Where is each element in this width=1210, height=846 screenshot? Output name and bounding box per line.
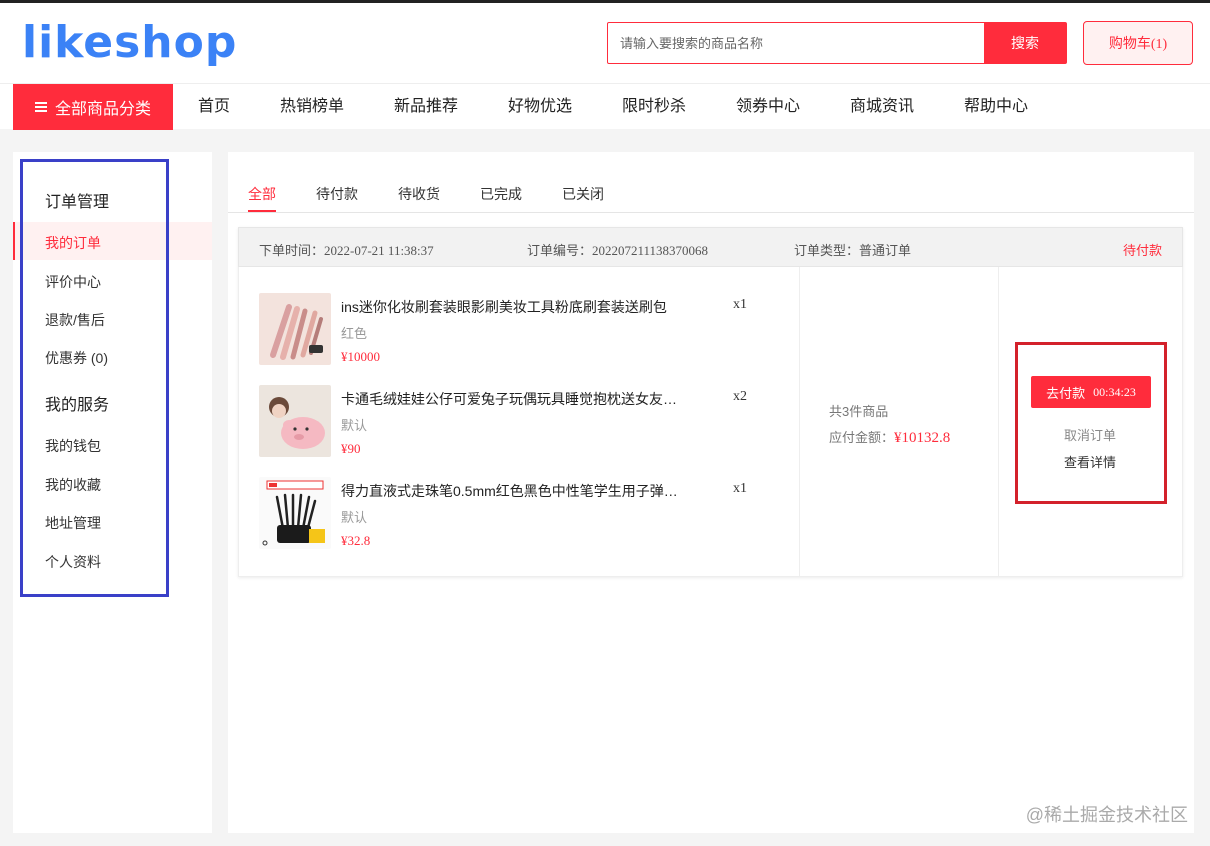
sidebar-item-addresses[interactable]: 地址管理 <box>45 513 101 533</box>
goods-quantity: x2 <box>733 389 747 404</box>
order-header: 下单时间：2022-07-21 11:38:37 订单编号：2022072111… <box>238 227 1183 267</box>
pay-button-label: 去付款 <box>1046 385 1086 401</box>
goods-count: 共3件商品 <box>829 404 889 419</box>
goods-spec: 默认 <box>341 418 368 433</box>
sidebar-item-reviews[interactable]: 评价中心 <box>45 272 101 292</box>
tabs-divider <box>228 212 1194 213</box>
cancel-order-link[interactable]: 取消订单 <box>1064 425 1116 444</box>
order-type-value: 普通订单 <box>859 243 912 258</box>
order-type-label: 订单类型： <box>794 243 860 258</box>
all-categories-label: 全部商品分类 <box>54 101 151 118</box>
goods-item[interactable]: ins迷你化妆刷套装眼影刷美妆工具粉底刷套装送刷包 红色 ¥10000 x1 <box>259 293 779 365</box>
search-input[interactable] <box>608 23 984 63</box>
goods-name[interactable]: ins迷你化妆刷套装眼影刷美妆工具粉底刷套装送刷包 <box>341 297 686 317</box>
goods-item[interactable]: 卡通毛绒娃娃公仔可爱兔子玩偶玩具睡觉抱枕送女友节日礼物 默认 ¥90 x2 <box>259 385 779 457</box>
nav-item-help[interactable]: 帮助中心 <box>964 84 1028 130</box>
menu-icon <box>34 102 47 112</box>
payable-amount-label: 应付金额： <box>829 430 895 445</box>
nav-item-home[interactable]: 首页 <box>198 84 230 130</box>
order-time-value: 2022-07-21 11:38:37 <box>324 243 434 258</box>
column-divider <box>799 267 800 577</box>
nav-item-flash-sale[interactable]: 限时秒杀 <box>622 84 686 130</box>
nav-item-best[interactable]: 好物优选 <box>508 84 572 130</box>
order-status: 待付款 <box>1122 243 1162 258</box>
tab-unpaid[interactable]: 待付款 <box>316 184 358 204</box>
goods-price: ¥90 <box>341 441 361 456</box>
order-time: 下单时间：2022-07-21 11:38:37 <box>259 240 434 259</box>
sidebar: 订单管理 我的订单 评价中心 退款/售后 优惠券 (0) 我的服务 我的钱包 我… <box>13 152 212 833</box>
order-type: 订单类型：普通订单 <box>794 240 911 259</box>
sidebar-item-my-orders[interactable]: 我的订单 <box>45 233 101 253</box>
nav-item-news[interactable]: 商城资讯 <box>850 84 914 130</box>
goods-quantity: x1 <box>733 481 747 496</box>
goods-name[interactable]: 卡通毛绒娃娃公仔可爱兔子玩偶玩具睡觉抱枕送女友节日礼物 <box>341 389 686 409</box>
order-number: 订单编号：202207211138370068 <box>527 240 708 259</box>
orders-panel: 全部 待付款 待收货 已完成 已关闭 下单时间：2022-07-21 11:38… <box>228 152 1194 833</box>
sidebar-item-profile[interactable]: 个人资料 <box>45 552 101 572</box>
sidebar-active-indicator <box>13 222 212 260</box>
sidebar-item-wallet[interactable]: 我的钱包 <box>45 436 101 456</box>
goods-price: ¥32.8 <box>341 533 371 548</box>
tab-all-label: 全部 <box>248 186 276 202</box>
column-divider <box>998 267 999 577</box>
nav-item-coupons[interactable]: 领券中心 <box>736 84 800 130</box>
payable-amount-value: ¥10132.8 <box>894 430 951 446</box>
tab-to-receive[interactable]: 待收货 <box>398 184 440 204</box>
site-logo[interactable]: likeshop <box>22 17 237 68</box>
nav-item-hot[interactable]: 热销榜单 <box>280 84 344 130</box>
goods-quantity: x1 <box>733 297 747 312</box>
watermark: @稀土掘金技术社区 <box>1025 805 1188 825</box>
cart-button[interactable]: 购物车(1) <box>1083 21 1193 65</box>
nav-item-new[interactable]: 新品推荐 <box>394 84 458 130</box>
view-details-link[interactable]: 查看详情 <box>1064 452 1116 471</box>
pay-countdown: 00:34:23 <box>1093 384 1136 399</box>
sidebar-group-services: 我的服务 <box>45 397 110 414</box>
order-number-label: 订单编号： <box>527 243 593 258</box>
order-number-value: 202207211138370068 <box>592 243 709 258</box>
all-categories-button[interactable]: 全部商品分类 <box>13 84 173 130</box>
sidebar-item-favorites[interactable]: 我的收藏 <box>45 475 101 495</box>
goods-spec: 默认 <box>341 510 368 525</box>
tab-completed[interactable]: 已完成 <box>480 184 522 204</box>
payable-amount: 应付金额：¥10132.8 <box>829 427 950 447</box>
search-button[interactable]: 搜索 <box>984 23 1066 63</box>
order-body: ins迷你化妆刷套装眼影刷美妆工具粉底刷套装送刷包 红色 ¥10000 x1 卡… <box>238 267 1183 577</box>
goods-price: ¥10000 <box>341 349 380 364</box>
main-nav: 全部商品分类 首页 热销榜单 新品推荐 好物优选 限时秒杀 领券中心 商城资讯 … <box>0 83 1210 130</box>
goods-image-gel-pens[interactable] <box>259 477 331 549</box>
sidebar-item-coupons[interactable]: 优惠券 (0) <box>45 348 108 368</box>
goods-spec: 红色 <box>341 326 368 341</box>
tab-closed[interactable]: 已关闭 <box>562 184 604 204</box>
order-time-label: 下单时间： <box>259 243 325 258</box>
goods-item[interactable]: 得力直液式走珠笔0.5mm红色黑色中性笔学生用子弹头签字笔 默认 ¥32.8 x… <box>259 477 779 549</box>
header: likeshop 搜索 购物车(1) <box>0 3 1210 83</box>
goods-image-makeup-brushes[interactable] <box>259 293 331 365</box>
sidebar-item-refunds[interactable]: 退款/售后 <box>45 310 105 330</box>
sidebar-group-orders: 订单管理 <box>45 194 110 211</box>
tab-all[interactable]: 全部 <box>248 184 276 212</box>
goods-name[interactable]: 得力直液式走珠笔0.5mm红色黑色中性笔学生用子弹头签字笔 <box>341 481 686 501</box>
pay-button[interactable]: 去付款 00:34:23 <box>1031 376 1151 408</box>
goods-image-plush-toy[interactable] <box>259 385 331 457</box>
search-box: 搜索 <box>607 22 1067 64</box>
